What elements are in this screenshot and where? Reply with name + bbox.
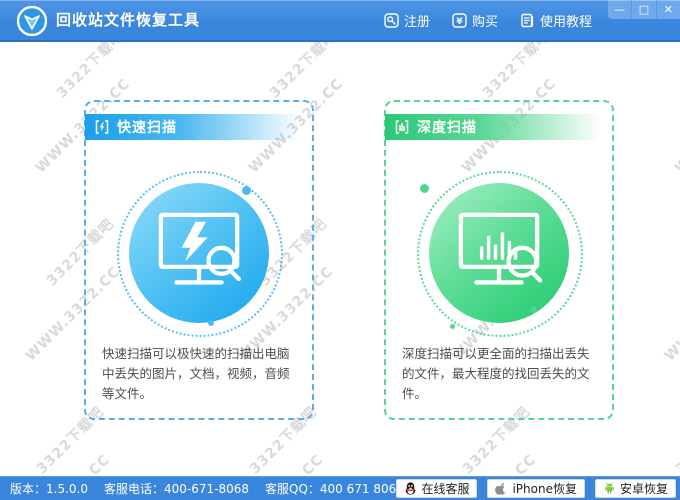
footer-info: 版本：1.5.0.0 客服电话：400-671-8068 客服QQ：400 67… — [10, 477, 404, 500]
close-button[interactable]: ✕ — [656, 0, 680, 19]
apple-icon — [495, 482, 508, 495]
svg-text:¥: ¥ — [456, 17, 463, 27]
status-bar: 版本：1.5.0.0 客服电话：400-671-8068 客服QQ：400 67… — [0, 476, 680, 500]
register-label: 注册 — [404, 11, 430, 30]
maximize-button[interactable]: □ — [631, 0, 655, 19]
title-bar: 回收站文件恢复工具 注册 ¥ 购买 — [0, 0, 680, 42]
qq-penguin-icon — [404, 482, 417, 495]
quick-scan-description: 快速扫描可以极快速的扫描出电脑中丢失的图片，文档，视频，音频等文件。 — [102, 344, 300, 404]
deep-scan-circle[interactable] — [429, 183, 569, 323]
titlebar-nav: 注册 ¥ 购买 使用教程 — [384, 0, 592, 40]
accent-dot — [530, 306, 537, 313]
app-window: 3322下载吧WWW.3322.CC3322下载吧WWW.3322.CC3322… — [0, 0, 680, 500]
buy-label: 购买 — [472, 11, 498, 30]
version-label: 版本：1.5.0.0 — [10, 480, 88, 497]
online-service-button[interactable]: 在线客服 — [396, 479, 477, 498]
deep-scan-bars-icon — [394, 119, 410, 135]
tutorial-label: 使用教程 — [540, 11, 592, 30]
tutorial-button[interactable]: 使用教程 — [520, 11, 592, 30]
accent-dot — [450, 324, 455, 329]
minimize-button[interactable]: — — [608, 0, 631, 19]
android-icon — [603, 482, 616, 495]
app-title: 回收站文件恢复工具 — [56, 0, 200, 40]
quick-scan-title: 快速扫描 — [117, 117, 177, 137]
service-phone-label: 客服电话：400-671-8068 — [104, 480, 249, 497]
accent-dot — [208, 320, 214, 326]
footer-buttons: 在线客服 iPhone恢复 安卓恢复 — [396, 479, 676, 498]
deep-scan-title: 深度扫描 — [417, 117, 477, 137]
iphone-recovery-label: iPhone恢复 — [512, 480, 577, 497]
document-icon — [520, 13, 535, 28]
android-recovery-label: 安卓恢复 — [620, 480, 668, 497]
quick-scan-ribbon: 快速扫描 — [85, 114, 301, 140]
quick-scan-circle[interactable] — [129, 183, 269, 323]
online-service-label: 在线客服 — [421, 480, 469, 497]
deep-scan-description: 深度扫描可以更全面的扫描出丢失的文件，最大程度的找回丢失的文件。 — [402, 344, 600, 404]
key-icon — [384, 13, 399, 28]
accent-dot — [420, 184, 429, 193]
service-qq-label: 客服QQ：400 671 8068 — [265, 480, 404, 497]
quick-scan-card[interactable]: 快速扫描 快速扫描可以极快速的扫描出电脑中丢失的图片，文档，视频，音频等文件。 — [84, 100, 314, 420]
yuan-icon: ¥ — [452, 13, 467, 28]
buy-button[interactable]: ¥ 购买 — [452, 11, 498, 30]
android-recovery-button[interactable]: 安卓恢复 — [595, 479, 676, 498]
deep-scan-card[interactable]: 深度扫描 深度扫描可以更全面的扫描出丢失的文件，最大程度的找回丢失的文件。 — [384, 100, 614, 420]
window-controls: — □ ✕ — [608, 0, 680, 19]
accent-dot — [242, 186, 251, 195]
monitor-bars-magnifier-icon — [447, 207, 551, 299]
app-logo-icon — [17, 6, 47, 36]
iphone-recovery-button[interactable]: iPhone恢复 — [487, 479, 585, 498]
register-button[interactable]: 注册 — [384, 11, 430, 30]
monitor-lightning-magnifier-icon — [147, 207, 251, 299]
deep-scan-ribbon: 深度扫描 — [385, 114, 601, 140]
quick-scan-bolt-icon — [94, 119, 110, 135]
